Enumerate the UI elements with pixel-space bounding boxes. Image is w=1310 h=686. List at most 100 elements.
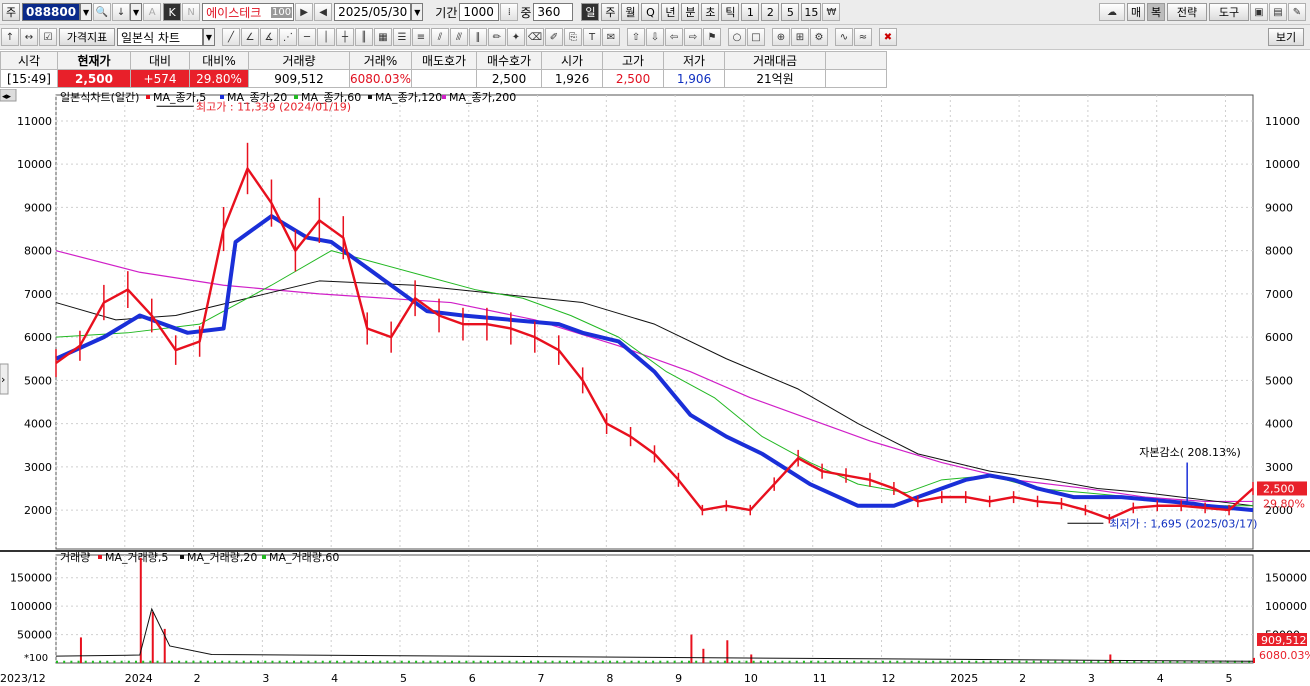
pencil-icon[interactable]: ✏: [488, 28, 506, 46]
arrow-up-icon[interactable]: ⇧: [627, 28, 645, 46]
col-low-header: 저가: [663, 51, 726, 70]
channel2-icon[interactable]: ⫻: [450, 28, 468, 46]
x-tick-label: 7: [538, 672, 545, 685]
y-tick-label-left: 3000: [24, 461, 52, 474]
image-icon[interactable]: ▣: [1250, 3, 1268, 21]
volume-bar: [472, 660, 475, 663]
vol-tick-label-left: 50000: [17, 629, 52, 642]
brush-icon[interactable]: ✐: [545, 28, 563, 46]
next-arrow-icon[interactable]: ▶: [295, 3, 314, 21]
cross-icon[interactable]: ┼: [336, 28, 354, 46]
volume-bar: [867, 660, 870, 663]
x-tick-label: 4: [1157, 672, 1164, 685]
current-volume-label: 909,512: [1261, 634, 1307, 647]
market-select[interactable]: 주: [2, 3, 20, 21]
zoom-icon[interactable]: ⊕: [772, 28, 790, 46]
vol-tick-label-left: 100000: [10, 600, 52, 613]
angle-icon[interactable]: ∠: [241, 28, 259, 46]
wrench-icon[interactable]: ✎: [1288, 3, 1306, 21]
settings-icon[interactable]: ⚙: [810, 28, 828, 46]
k-button[interactable]: K: [163, 3, 182, 21]
rect-icon[interactable]: □: [747, 28, 765, 46]
volume-bar: [336, 660, 339, 663]
magic-icon[interactable]: ✦: [507, 28, 525, 46]
note-icon[interactable]: ✉: [602, 28, 620, 46]
interval-week[interactable]: 주: [601, 3, 620, 21]
volume-bar: [70, 660, 73, 663]
text-icon[interactable]: T: [583, 28, 601, 46]
eraser-icon[interactable]: ⌫: [526, 28, 544, 46]
sort-icon[interactable]: ↓: [112, 3, 131, 21]
copy-icon[interactable]: ⎘: [564, 28, 582, 46]
volume-bar: [960, 660, 963, 663]
interval-tick[interactable]: 틱: [721, 3, 740, 21]
wave2-icon[interactable]: ≈: [854, 28, 872, 46]
cloud-icon[interactable]: ☁: [1099, 3, 1125, 21]
volume-bar: [637, 660, 640, 663]
interval-minute[interactable]: 분: [681, 3, 700, 21]
date-dropdown-icon[interactable]: ▼: [411, 3, 424, 21]
fib-icon[interactable]: ☰: [393, 28, 411, 46]
interval-second[interactable]: 초: [701, 3, 720, 21]
channel-icon[interactable]: ⫽: [431, 28, 449, 46]
n-icon[interactable]: N: [182, 3, 201, 21]
volume-bar: [486, 660, 489, 663]
interval-1[interactable]: 1: [741, 3, 760, 21]
fan-icon[interactable]: ⋰: [279, 28, 297, 46]
buy-sell-button[interactable]: 매: [1127, 3, 1145, 21]
vline-icon[interactable]: │: [317, 28, 335, 46]
circle-icon[interactable]: ○: [728, 28, 746, 46]
search-icon[interactable]: 🔍: [93, 3, 112, 21]
arrow-down-icon[interactable]: ⇩: [646, 28, 664, 46]
interval-year[interactable]: 년: [661, 3, 680, 21]
wave-icon[interactable]: ∿: [835, 28, 853, 46]
delete-icon[interactable]: ✖: [879, 28, 897, 46]
grid-icon[interactable]: ⁞: [500, 3, 519, 21]
volume-bar: [415, 660, 418, 663]
view-input[interactable]: 360: [533, 3, 574, 21]
currency-icon[interactable]: ₩: [822, 3, 841, 21]
stock-name-field[interactable]: 에이스테크 100: [202, 3, 295, 21]
stock-chart[interactable]: ◂▸ › 2023/12 2024 2 3 4 5 6 7 8 9 10 11 12 2025 2 3 4 5 2000…: [0, 89, 1310, 686]
trendline-icon[interactable]: ╱: [222, 28, 240, 46]
chart-type-dropdown-icon[interactable]: ▼: [203, 28, 215, 46]
save-icon[interactable]: ▤: [1269, 3, 1287, 21]
expand-icon[interactable]: ↔: [20, 28, 38, 46]
sort-dropdown-icon[interactable]: ▼: [130, 3, 143, 21]
tools-button[interactable]: 도구: [1209, 3, 1249, 21]
fib2-icon[interactable]: ≡: [412, 28, 430, 46]
grid2-icon[interactable]: ▦: [374, 28, 392, 46]
view-button[interactable]: 보기: [1268, 28, 1304, 46]
volume-bar: [558, 660, 561, 663]
stock-code-input[interactable]: 088800: [22, 3, 81, 21]
angle2-icon[interactable]: ∡: [260, 28, 278, 46]
arrow-left-icon[interactable]: ⇦: [665, 28, 683, 46]
interval-15[interactable]: 15: [801, 3, 822, 21]
volume-bar: [1061, 660, 1064, 663]
hline-icon[interactable]: ─: [298, 28, 316, 46]
arrow-right-icon[interactable]: ⇨: [684, 28, 702, 46]
bars-icon[interactable]: ║: [355, 28, 373, 46]
volume-bar: [601, 660, 604, 663]
interval-2[interactable]: 2: [761, 3, 780, 21]
prev-arrow-icon[interactable]: ◀: [314, 3, 333, 21]
interval-quarter[interactable]: Q: [641, 3, 660, 21]
volume-bar: [889, 660, 892, 663]
interval-month[interactable]: 월: [621, 3, 640, 21]
strategy-button[interactable]: 전략: [1167, 3, 1207, 21]
edit-icon[interactable]: ☑: [39, 28, 57, 46]
multi-button[interactable]: 복: [1147, 3, 1165, 21]
current-volpct-label: 6080.03%: [1259, 649, 1310, 662]
flag-icon[interactable]: ⚑: [703, 28, 721, 46]
price-indicator-button[interactable]: 가격지표: [59, 28, 115, 46]
date-input[interactable]: 2025/05/30: [334, 3, 412, 21]
code-dropdown-icon[interactable]: ▼: [80, 3, 93, 21]
fit-icon[interactable]: ⊞: [791, 28, 809, 46]
chart-type-select[interactable]: 일본식 차트: [117, 28, 203, 46]
interval-day[interactable]: 일: [581, 3, 600, 21]
a-icon[interactable]: A: [143, 3, 162, 21]
interval-5[interactable]: 5: [781, 3, 800, 21]
parallel-icon[interactable]: ∥: [469, 28, 487, 46]
up-arrow-icon[interactable]: ↑: [1, 28, 19, 46]
period-input[interactable]: 1000: [459, 3, 500, 21]
